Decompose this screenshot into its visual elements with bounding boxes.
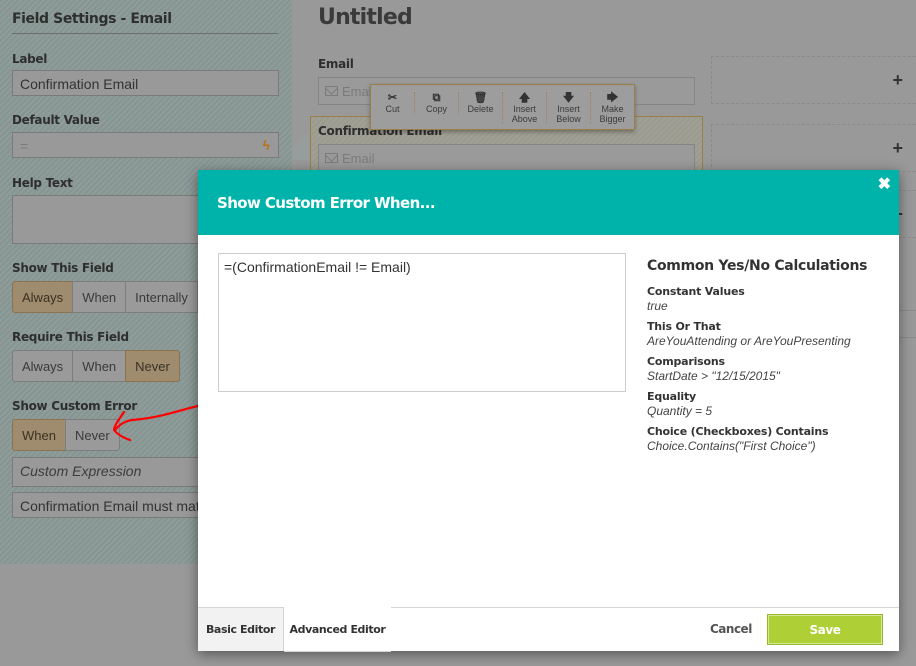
help-item-title: Choice (Checkboxes) Contains bbox=[647, 425, 829, 438]
tab-advanced-editor[interactable]: Advanced Editor bbox=[284, 607, 391, 652]
lightning-icon[interactable]: ϟ bbox=[263, 137, 270, 153]
help-item: This Or That AreYouAttending or AreYouPr… bbox=[647, 320, 887, 349]
cancel-button[interactable]: Cancel bbox=[710, 622, 752, 636]
custom-error-dialog: Show Custom Error When... ✖ Common Yes/N… bbox=[198, 170, 899, 652]
help-item-title: Comparisons bbox=[647, 355, 725, 368]
envelope-icon bbox=[325, 153, 338, 163]
help-item-title: Constant Values bbox=[647, 285, 745, 298]
delete-button[interactable]: 🗑 Delete bbox=[458, 92, 502, 114]
arrow-right-icon: 🡆 bbox=[606, 92, 619, 104]
help-item: Comparisons StartDate > "12/15/2015" bbox=[647, 355, 887, 384]
confirmation-email-field-input[interactable]: Email bbox=[318, 144, 695, 172]
save-button[interactable]: Save bbox=[767, 614, 883, 645]
sidebar-title: Field Settings - Email bbox=[12, 11, 278, 34]
dialog-title: Show Custom Error When... bbox=[217, 194, 436, 212]
custom-error-options: When Never bbox=[12, 419, 120, 451]
label-heading: Label bbox=[12, 52, 48, 66]
require-field-heading: Require This Field bbox=[12, 330, 129, 344]
insert-below-label: Insert Below bbox=[556, 104, 581, 124]
custom-error-when[interactable]: When bbox=[12, 419, 66, 451]
cut-button[interactable]: ✂ Cut bbox=[371, 92, 414, 114]
help-title: Common Yes/No Calculations bbox=[647, 258, 868, 274]
insert-above-label: Insert Above bbox=[511, 104, 538, 124]
copy-label: Copy bbox=[425, 104, 447, 114]
dialog-footer: Basic Editor Advanced Editor Cancel Save bbox=[198, 607, 899, 652]
add-icon[interactable]: + bbox=[892, 138, 903, 159]
help-item: Constant Values true bbox=[647, 285, 887, 314]
help-item-example: Quantity = 5 bbox=[647, 404, 713, 418]
trash-icon: 🗑 bbox=[473, 92, 488, 104]
custom-error-heading: Show Custom Error bbox=[12, 399, 137, 413]
show-field-heading: Show This Field bbox=[12, 261, 114, 275]
confirmation-email-field-placeholder: Email bbox=[342, 150, 375, 166]
scissors-icon: ✂ bbox=[387, 92, 398, 104]
insert-below-button[interactable]: 🡇 Insert Below bbox=[546, 92, 590, 124]
require-field-options: Always When Never bbox=[12, 350, 180, 382]
close-icon[interactable]: ✖ bbox=[878, 174, 891, 194]
show-field-when[interactable]: When bbox=[72, 281, 127, 313]
make-bigger-button[interactable]: 🡆 Make Bigger bbox=[590, 92, 634, 124]
expression-editor[interactable] bbox=[218, 253, 626, 392]
custom-error-never[interactable]: Never bbox=[64, 419, 120, 451]
default-value-input[interactable]: = ϟ bbox=[12, 132, 279, 158]
require-field-always[interactable]: Always bbox=[12, 350, 74, 382]
cut-label: Cut bbox=[385, 104, 400, 114]
default-value-placeholder: = bbox=[20, 138, 29, 154]
help-item: Equality Quantity = 5 bbox=[647, 390, 887, 419]
copy-icon: ⧉ bbox=[432, 92, 441, 104]
empty-slot[interactable]: + bbox=[711, 56, 916, 104]
default-value-heading: Default Value bbox=[12, 113, 100, 127]
form-title[interactable]: Untitled bbox=[318, 5, 413, 30]
tab-basic-editor[interactable]: Basic Editor bbox=[198, 607, 284, 651]
sidebar-pointer bbox=[292, 120, 310, 160]
copy-button[interactable]: ⧉ Copy bbox=[414, 92, 458, 114]
dialog-header: Show Custom Error When... ✖ bbox=[198, 170, 899, 235]
help-item: Choice (Checkboxes) Contains Choice.Cont… bbox=[647, 425, 887, 454]
arrow-down-icon: 🡇 bbox=[562, 92, 575, 104]
make-bigger-label: Make Bigger bbox=[599, 104, 626, 124]
delete-label: Delete bbox=[467, 104, 494, 114]
arrow-up-icon: 🡅 bbox=[518, 92, 531, 104]
email-field-label: Email bbox=[318, 57, 354, 71]
show-field-always[interactable]: Always bbox=[12, 281, 74, 313]
insert-above-button[interactable]: 🡅 Insert Above bbox=[502, 92, 546, 124]
help-item-example: StartDate > "12/15/2015" bbox=[647, 369, 780, 383]
require-field-when[interactable]: When bbox=[72, 350, 127, 382]
empty-slot[interactable]: + bbox=[711, 124, 916, 172]
help-panel: Common Yes/No Calculations Constant Valu… bbox=[647, 258, 887, 460]
field-toolbar: ✂ Cut ⧉ Copy 🗑 Delete 🡅 Insert Above 🡇 I… bbox=[370, 84, 635, 130]
help-item-example: AreYouAttending or AreYouPresenting bbox=[647, 334, 851, 348]
add-icon[interactable]: + bbox=[892, 70, 903, 91]
help-item-title: Equality bbox=[647, 390, 697, 403]
help-item-example: true bbox=[647, 299, 668, 313]
help-item-example: Choice.Contains("First Choice") bbox=[647, 439, 816, 453]
help-item-title: This Or That bbox=[647, 320, 721, 333]
help-text-heading: Help Text bbox=[12, 176, 73, 190]
label-input[interactable]: Confirmation Email bbox=[12, 70, 279, 96]
show-field-options: Always When Internally N bbox=[12, 281, 227, 313]
show-field-internally[interactable]: Internally bbox=[125, 281, 198, 313]
require-field-never[interactable]: Never bbox=[125, 350, 180, 382]
envelope-icon bbox=[325, 86, 338, 96]
